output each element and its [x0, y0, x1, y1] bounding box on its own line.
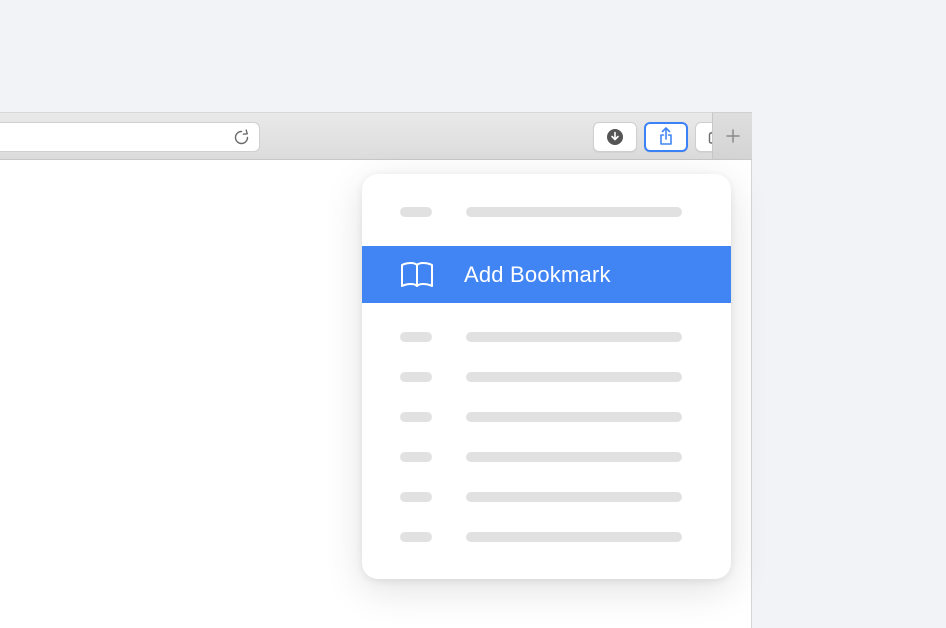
placeholder-icon [400, 532, 432, 542]
menu-item-add-bookmark[interactable]: Add Bookmark [362, 246, 731, 303]
share-icon [658, 127, 674, 147]
placeholder-text [466, 207, 682, 217]
share-menu: Add Bookmark [362, 174, 731, 579]
placeholder-icon [400, 372, 432, 382]
download-icon [606, 128, 624, 146]
reload-icon[interactable] [233, 129, 249, 145]
placeholder-text [466, 492, 682, 502]
browser-toolbar [0, 112, 750, 160]
menu-item-placeholder[interactable] [362, 192, 731, 232]
menu-item-placeholder[interactable] [362, 477, 731, 517]
placeholder-icon [400, 492, 432, 502]
menu-item-placeholder[interactable] [362, 357, 731, 397]
placeholder-text [466, 412, 682, 422]
new-tab-button[interactable] [712, 112, 752, 160]
menu-item-placeholder[interactable] [362, 397, 731, 437]
placeholder-icon [400, 207, 432, 217]
menu-item-placeholder[interactable] [362, 517, 731, 557]
menu-item-label: Add Bookmark [464, 262, 611, 288]
placeholder-text [466, 452, 682, 462]
plus-icon [725, 128, 741, 144]
placeholder-icon [400, 452, 432, 462]
placeholder-text [466, 532, 682, 542]
placeholder-icon [400, 332, 432, 342]
placeholder-text [466, 332, 682, 342]
menu-item-placeholder[interactable] [362, 317, 731, 357]
book-icon [400, 262, 434, 288]
share-button[interactable] [644, 122, 688, 152]
placeholder-text [466, 372, 682, 382]
address-bar[interactable] [0, 122, 260, 152]
downloads-button[interactable] [593, 122, 637, 152]
menu-item-placeholder[interactable] [362, 437, 731, 477]
placeholder-icon [400, 412, 432, 422]
